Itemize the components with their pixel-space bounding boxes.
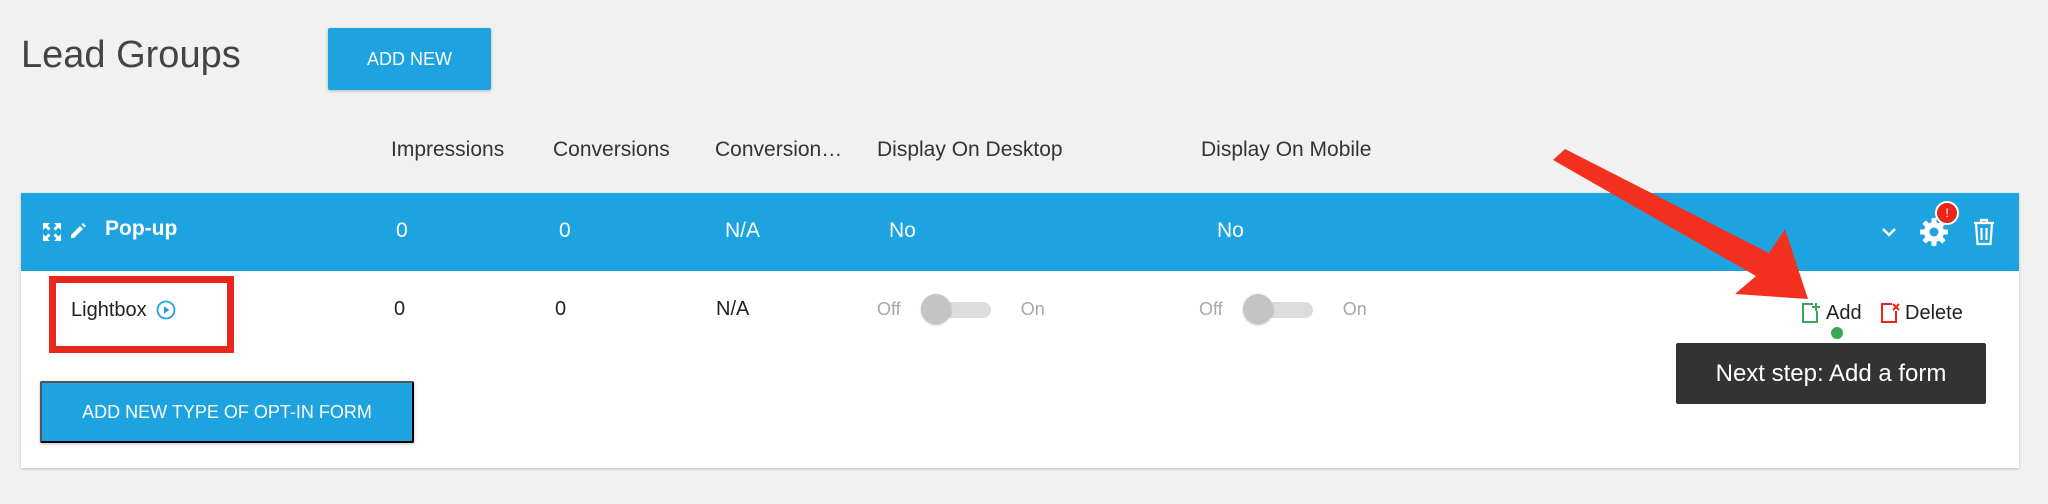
column-header-display-mobile[interactable]: Display On Mobile (1201, 138, 1371, 162)
add-new-optin-type-button[interactable]: ADD NEW TYPE OF OPT-IN FORM (40, 381, 414, 443)
mobile-toggle-group: Off On (1199, 294, 1367, 324)
tooltip-pointer-dot (1831, 327, 1843, 339)
group-name[interactable]: Pop-up (105, 217, 177, 241)
add-form-action[interactable]: Add (1800, 301, 1862, 325)
delete-form-label: Delete (1905, 301, 1963, 324)
group-display-mobile: No (1217, 219, 1244, 242)
column-header-impressions[interactable]: Impressions (391, 138, 504, 162)
mobile-toggle-on-label: On (1342, 298, 1367, 319)
mobile-toggle-off-label: Off (1199, 298, 1223, 319)
next-step-tooltip: Next step: Add a form (1676, 343, 1986, 404)
chevron-down-icon[interactable] (1878, 221, 1900, 243)
group-conversions: 0 (559, 219, 571, 242)
column-header-display-desktop[interactable]: Display On Desktop (877, 138, 1063, 162)
desktop-toggle-off-label: Off (877, 298, 901, 319)
mobile-toggle[interactable] (1242, 294, 1313, 324)
notification-badge: ! (1935, 201, 1959, 225)
form-name[interactable]: Lightbox (71, 299, 147, 322)
pencil-icon[interactable] (67, 220, 89, 242)
group-impressions: 0 (396, 219, 408, 242)
delete-doc-icon (1879, 301, 1901, 325)
trash-icon[interactable] (1970, 215, 1998, 249)
column-header-conversions[interactable]: Conversions (553, 138, 670, 162)
add-doc-icon (1800, 301, 1822, 325)
add-new-button[interactable]: ADD NEW (328, 28, 491, 90)
expand-arrows-icon[interactable] (41, 221, 63, 243)
page-title: Lead Groups (21, 34, 241, 76)
form-conversions: 0 (555, 298, 567, 320)
delete-form-action[interactable]: Delete (1879, 301, 1963, 325)
group-conversion-rate: N/A (725, 219, 761, 242)
form-conversion-rate: N/A (716, 298, 750, 320)
form-impressions: 0 (394, 298, 406, 320)
desktop-toggle-on-label: On (1020, 298, 1045, 319)
desktop-toggle[interactable] (920, 294, 991, 324)
group-header-bar: Pop-up 0 0 N/A No No ! (21, 193, 2019, 271)
play-circle-icon[interactable] (155, 299, 177, 321)
column-header-conversion-rate[interactable]: Conversion… (715, 138, 842, 162)
lead-group-card: Pop-up 0 0 N/A No No ! Lightbox 0 0 N/A … (21, 193, 2019, 468)
group-display-desktop: No (889, 219, 916, 242)
add-form-label: Add (1826, 301, 1862, 324)
desktop-toggle-group: Off On (877, 294, 1045, 324)
